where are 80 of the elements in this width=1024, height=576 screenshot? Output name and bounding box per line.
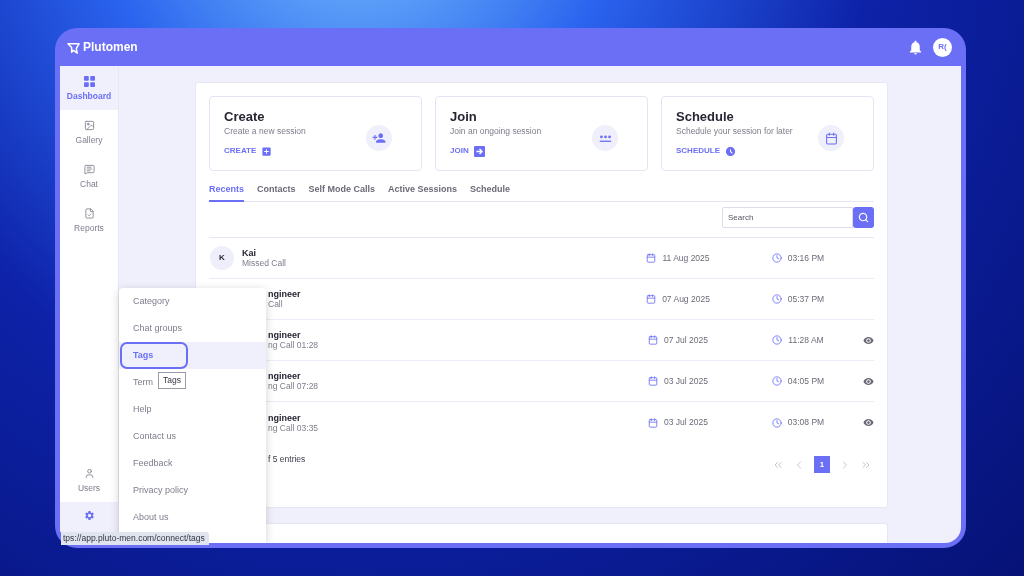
call-date: 07 Aug 2025 [662, 292, 710, 306]
contact-name: Kai [242, 248, 257, 258]
action-link[interactable]: JOIN [450, 145, 485, 157]
logo-text: Plutomen [83, 39, 138, 56]
clock-icon [772, 335, 783, 345]
menu-item[interactable]: Chat groups [119, 315, 266, 342]
tab[interactable]: Recents [209, 181, 244, 202]
card-title: Schedule [676, 109, 734, 125]
call-time: 03:16 PM [787, 251, 825, 265]
menu-item[interactable]: Contact us [119, 423, 266, 450]
clock-icon [725, 145, 736, 157]
tab[interactable]: Contacts [257, 181, 296, 202]
call-detail: Missed Call [242, 258, 286, 268]
tooltip: Tags [158, 372, 186, 389]
user-avatar[interactable]: R( [933, 37, 952, 57]
document-check-icon [83, 207, 95, 219]
calendar-icon [648, 417, 658, 428]
action-link[interactable]: CREATE [224, 145, 273, 157]
page-button[interactable]: 1 [814, 456, 830, 473]
contact-name: ngineer [268, 371, 302, 381]
dots-icon [592, 125, 618, 151]
call-detail: Call [268, 299, 284, 309]
eye-icon[interactable] [863, 417, 874, 428]
clock-icon [771, 376, 782, 386]
clock-icon [771, 294, 782, 304]
call-time: 05:37 PM [787, 292, 825, 306]
card-title: Join [450, 109, 477, 125]
chat-icon [83, 163, 95, 175]
calendar-icon [646, 253, 657, 263]
link-url-tooltip: tps://app.pluto-men.com/connect/tags [61, 532, 209, 545]
calendar-icon [648, 376, 658, 386]
grid-icon [83, 75, 95, 87]
image-icon [83, 119, 95, 131]
card-title: Create [224, 109, 265, 125]
card-subtitle: Join an ongoing session [450, 126, 542, 137]
call-date: 03 Jul 2025 [664, 374, 708, 388]
plus-icon [261, 145, 273, 157]
call-date: 11 Aug 2025 [662, 251, 710, 265]
contact-name: ngineer [268, 330, 302, 340]
clock-icon [771, 417, 782, 428]
call-time: 04:05 PM [787, 374, 825, 388]
menu-item[interactable]: Tags [119, 342, 266, 369]
tab[interactable]: Active Sessions [388, 181, 458, 202]
eye-icon[interactable] [863, 375, 874, 387]
call-detail: ng Call 03:35 [268, 422, 319, 433]
menu-item[interactable]: About us [119, 504, 266, 531]
sidebar-item[interactable]: Dashboard [60, 66, 118, 110]
search-button[interactable] [853, 207, 874, 228]
menu-item[interactable]: Privacy policy [119, 477, 266, 504]
call-time: 03:08 PM [787, 416, 825, 429]
call-date: 03 Jul 2025 [664, 416, 708, 429]
search-field[interactable]: Search [722, 207, 853, 228]
menu-item[interactable]: Category [119, 288, 266, 315]
calendar-icon [818, 125, 844, 151]
calendar-icon [648, 335, 658, 345]
call-detail: ng Call 01:28 [268, 340, 319, 350]
avatar: K [210, 246, 234, 270]
logo-icon [67, 40, 80, 54]
menu-item[interactable]: Feedback [119, 450, 266, 477]
tab[interactable]: Schedule [470, 181, 511, 202]
action-link[interactable]: SCHEDULE [676, 145, 736, 157]
search-icon [858, 212, 869, 223]
contact-name: ngineer [268, 412, 302, 423]
call-time: 11:28 AM [788, 333, 824, 347]
calendar-icon [646, 294, 657, 304]
call-detail: ng Call 07:28 [268, 381, 319, 391]
contact-name: ngineer [268, 289, 301, 299]
arrow-right-icon [473, 145, 485, 157]
card-subtitle: Create a new session [224, 126, 306, 137]
card-subtitle: Schedule your session for later [676, 126, 793, 137]
person-add-icon [366, 125, 392, 151]
entries-count: f 5 entries [267, 454, 306, 465]
tab[interactable]: Self Mode Calls [308, 181, 376, 202]
eye-icon[interactable] [863, 334, 874, 346]
clock-icon [771, 253, 782, 263]
call-date: 07 Jul 2025 [664, 333, 708, 347]
settings-icon [83, 510, 95, 521]
bell-icon[interactable] [907, 38, 924, 56]
menu-item[interactable]: Help [119, 396, 266, 423]
user-icon [83, 467, 95, 479]
